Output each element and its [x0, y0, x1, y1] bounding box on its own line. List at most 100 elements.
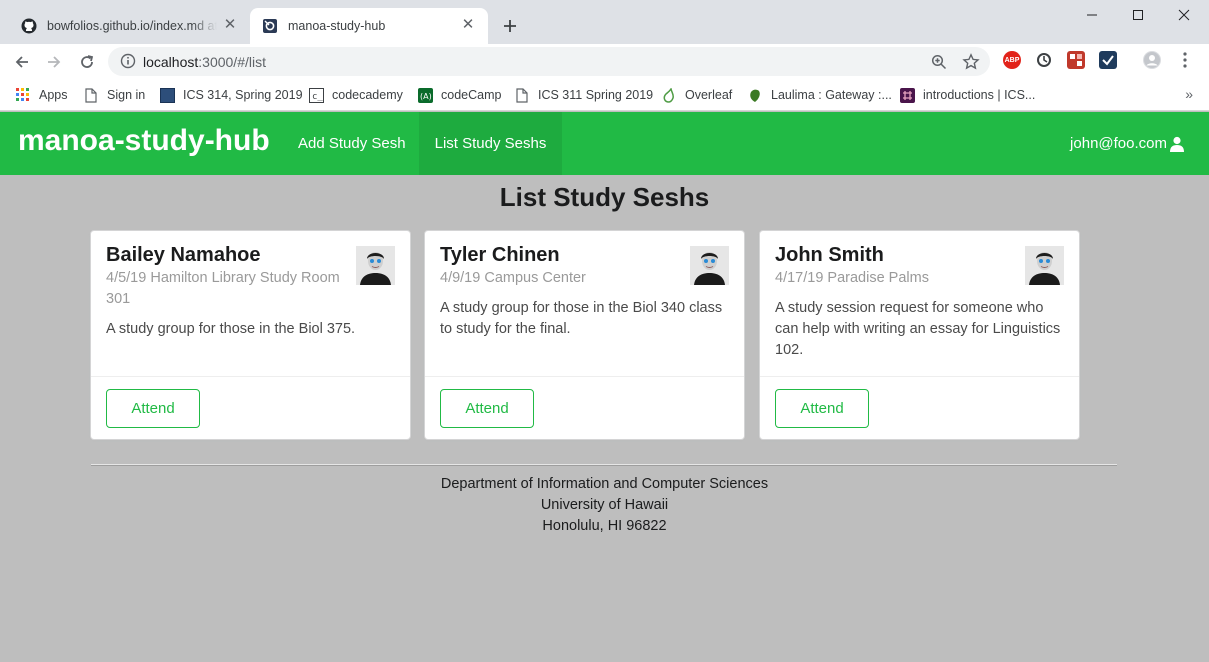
tab-title: manoa-study-hub	[288, 19, 386, 33]
kebab-menu-icon[interactable]	[1176, 51, 1194, 69]
minimize-button[interactable]	[1069, 4, 1115, 26]
minimize-icon	[1087, 14, 1097, 16]
avatar	[690, 246, 729, 285]
tab-manoa-study-hub[interactable]: manoa-study-hub ✕	[250, 8, 488, 44]
svg-text:c_: c_	[312, 92, 323, 102]
maximize-button[interactable]	[1115, 4, 1161, 26]
new-tab-button[interactable]	[498, 14, 522, 38]
card-extra: Attend	[760, 376, 1079, 439]
bookmark-label: Overleaf	[685, 88, 733, 102]
card-meta: 4/5/19 Hamilton Library Study Room 301	[106, 270, 340, 307]
card-content: Bailey Namahoe 4/5/19 Hamilton Library S…	[91, 231, 410, 376]
nav-add-study-sesh[interactable]: Add Study Sesh	[283, 112, 421, 175]
footer-address: Honolulu, HI 96822	[542, 518, 667, 534]
browser-tabstrip: bowfolios.github.io/index.md at m ✕ mano…	[0, 0, 1209, 44]
page-icon	[514, 87, 530, 103]
user-email: john@foo.com	[1070, 135, 1167, 152]
bookmarks-bar: Apps Sign in ICS 314, Spring 2019 c_ cod…	[0, 80, 1209, 111]
brand-link[interactable]: manoa-study-hub	[18, 124, 270, 158]
apps-grid-icon	[15, 87, 31, 103]
tab-title: bowfolios.github.io/index.md at m	[47, 19, 217, 33]
avatar	[1025, 246, 1064, 285]
back-arrow-icon	[15, 56, 28, 68]
meteor-icon	[262, 18, 278, 34]
address-bar[interactable]: localhost:3000/#/list	[108, 47, 990, 76]
grid-extension-icon[interactable]	[1067, 51, 1085, 69]
card-header: John Smith	[775, 244, 884, 266]
close-window-button[interactable]	[1161, 4, 1207, 26]
footer: Department of Information and Computer S…	[0, 474, 1209, 537]
bookmark-label: ICS 311 Spring 2019	[538, 88, 654, 102]
overleaf-icon	[661, 87, 677, 103]
card-extra: Attend	[91, 376, 410, 439]
attend-button[interactable]: Attend	[775, 389, 869, 428]
bookmark-introductions[interactable]: introductions | ICS...	[899, 86, 1035, 104]
reload-button[interactable]	[75, 50, 99, 74]
tab-close-icon[interactable]: ✕	[460, 17, 476, 33]
profile-avatar-icon[interactable]	[1143, 51, 1161, 69]
attend-button[interactable]: Attend	[440, 389, 534, 428]
user-dropdown[interactable]: john@foo.com	[1070, 112, 1185, 175]
card-content: Tyler Chinen 4/9/19 Campus Center A stud…	[425, 231, 744, 376]
laulima-icon	[747, 87, 763, 103]
slack-icon	[899, 87, 915, 103]
card-header: Tyler Chinen	[440, 244, 560, 266]
study-sesh-card: Bailey Namahoe 4/5/19 Hamilton Library S…	[90, 230, 411, 440]
codecademy-icon: c_	[308, 87, 324, 103]
avatar	[356, 246, 395, 285]
bookmark-overleaf[interactable]: Overleaf	[661, 86, 732, 104]
footer-university: University of Hawaii	[540, 497, 669, 513]
svg-text:(A): (A)	[420, 92, 432, 101]
bookmark-codecamp[interactable]: (A) codeCamp	[417, 86, 501, 104]
nav-list-study-seshs[interactable]: List Study Seshs	[419, 112, 562, 175]
card-meta: 4/17/19 Paradise Palms	[775, 270, 929, 286]
study-sesh-card: John Smith 4/17/19 Paradise Palms A stud…	[759, 230, 1080, 440]
bookmark-sign-in[interactable]: Sign in	[83, 86, 145, 104]
bookmark-ics311[interactable]: ICS 311 Spring 2019	[514, 86, 653, 104]
card-description: A study group for those in the Biol 340 …	[440, 300, 723, 337]
bookmark-label: codeCamp	[441, 88, 502, 102]
footer-divider	[91, 464, 1117, 466]
plus-icon	[504, 20, 516, 32]
card-description: A study session request for someone who …	[775, 300, 1061, 358]
card-header: Bailey Namahoe	[106, 244, 261, 266]
bookmark-label: codecademy	[332, 88, 403, 102]
bookmark-codecademy[interactable]: c_ codecademy	[308, 86, 403, 104]
info-icon[interactable]	[120, 53, 136, 69]
card-content: John Smith 4/17/19 Paradise Palms A stud…	[760, 231, 1079, 376]
page-icon	[83, 87, 99, 103]
browser-toolbar: localhost:3000/#/list ABP	[0, 44, 1209, 80]
card-meta: 4/9/19 Campus Center	[440, 270, 586, 286]
bookmark-label: ICS 314, Spring 2019	[183, 88, 303, 102]
forward-button[interactable]	[42, 50, 66, 74]
blue-square-icon	[159, 87, 175, 103]
address-url: localhost:3000/#/list	[143, 54, 266, 70]
card-extra: Attend	[425, 376, 744, 439]
github-icon	[21, 18, 37, 34]
attend-button[interactable]: Attend	[106, 389, 200, 428]
sync-extension-icon[interactable]	[1035, 51, 1053, 69]
bookmark-apps[interactable]: Apps	[15, 86, 68, 104]
star-icon[interactable]	[962, 53, 980, 71]
page-title: List Study Seshs	[499, 182, 710, 212]
bookmark-laulima[interactable]: Laulima : Gateway :...	[747, 86, 892, 104]
bookmark-ics314[interactable]: ICS 314, Spring 2019	[159, 86, 303, 104]
check-extension-icon[interactable]	[1099, 51, 1117, 69]
bookmark-label: introductions | ICS...	[923, 88, 1036, 102]
study-sesh-card: Tyler Chinen 4/9/19 Campus Center A stud…	[424, 230, 745, 440]
close-icon	[1178, 9, 1190, 21]
back-button[interactable]	[10, 50, 34, 74]
maximize-icon	[1133, 10, 1143, 20]
reload-icon	[81, 55, 94, 68]
freecodecamp-icon: (A)	[417, 87, 433, 103]
url-path: :3000/#/list	[198, 54, 266, 70]
tab-close-icon[interactable]: ✕	[222, 17, 238, 33]
tab-github[interactable]: bowfolios.github.io/index.md at m ✕	[8, 8, 250, 44]
bookmarks-overflow-chevron-icon[interactable]: »	[1185, 86, 1193, 102]
zoom-icon[interactable]	[930, 53, 948, 71]
bookmark-label: Sign in	[107, 88, 146, 102]
footer-department: Department of Information and Computer S…	[440, 476, 769, 492]
adblock-extension-icon[interactable]: ABP	[1003, 51, 1021, 69]
url-host: localhost	[143, 54, 199, 70]
forward-arrow-icon	[48, 56, 61, 68]
